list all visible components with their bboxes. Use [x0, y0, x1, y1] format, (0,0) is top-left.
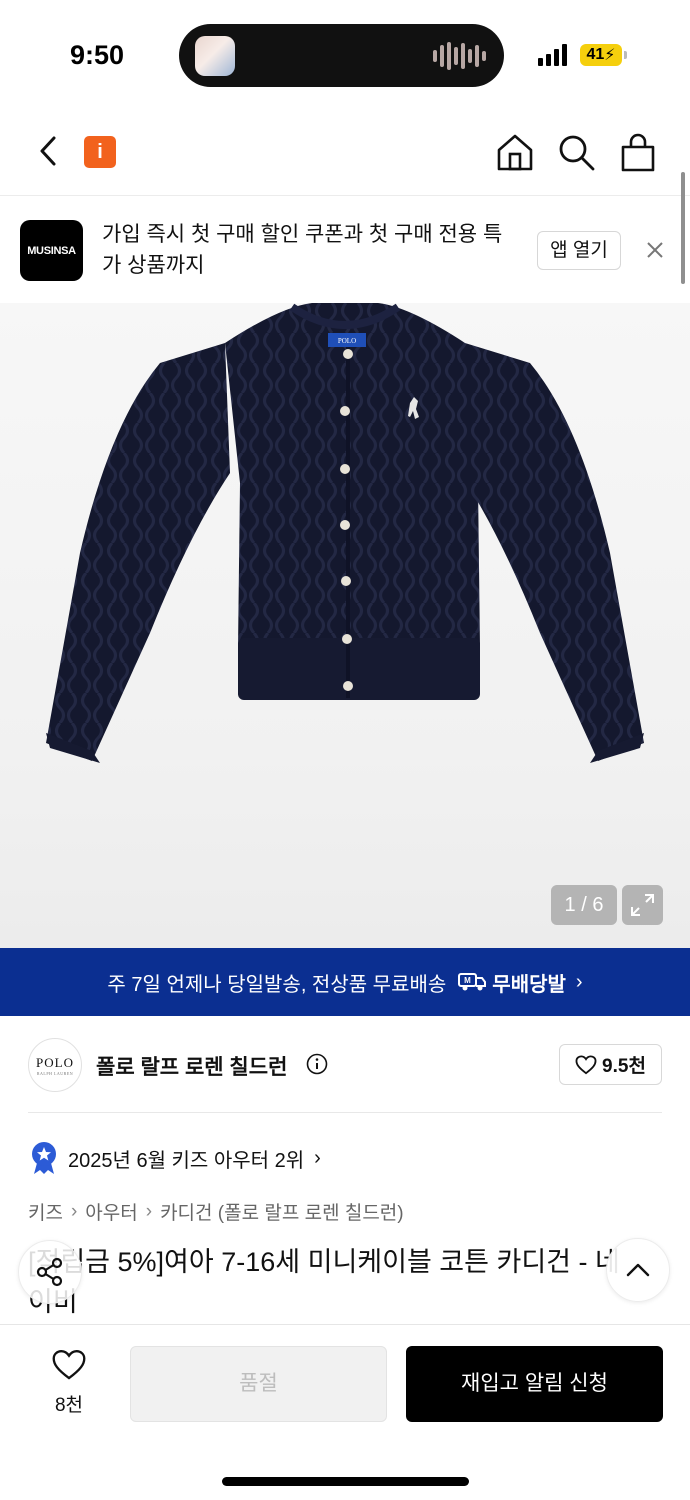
- product-title: [적립금 5%]여아 7-16세 미니케이블 코튼 카디건 - 네이비: [28, 1247, 620, 1317]
- share-button[interactable]: [18, 1240, 82, 1304]
- brand-row: POLO RALPH LAUREN 폴로 랄프 로렌 칠드런 9.5천: [0, 1016, 690, 1113]
- free-shipping-badge-label: 무배당발: [492, 973, 566, 996]
- back-arrow-icon[interactable]: [34, 134, 64, 168]
- battery-level: 41: [586, 46, 605, 63]
- shipping-promo-text: 주 7일 언제나 당일발송, 전상품 무료배송: [107, 973, 447, 996]
- audio-waveform-icon: [433, 41, 486, 71]
- app-install-banner: MUSINSA 가입 즉시 첫 구매 할인 쿠폰과 첫 구매 전용 특가 상품까…: [0, 197, 690, 303]
- product-photo-cardigan: POLO: [46, 303, 644, 763]
- ranking-text: 2025년 6월 키즈 아우터 2위: [68, 1149, 305, 1172]
- info-icon[interactable]: [306, 1053, 328, 1075]
- svg-text:M: M: [464, 976, 471, 985]
- breadcrumb-item[interactable]: 아우터: [85, 1198, 137, 1225]
- soldout-button: 품절: [130, 1346, 387, 1422]
- brand-like-count: 9.5천: [602, 1056, 646, 1077]
- breadcrumb-separator-icon: ›: [70, 1200, 78, 1222]
- scrollbar[interactable]: [681, 172, 685, 284]
- search-icon[interactable]: [556, 132, 596, 172]
- dynamic-island[interactable]: [179, 24, 504, 87]
- open-app-button[interactable]: 앱 열기: [537, 231, 621, 270]
- chevron-right-icon: ›: [314, 1146, 321, 1169]
- status-bar: 9:50 41 ⚡: [0, 0, 690, 106]
- delivery-truck-icon: M: [458, 973, 487, 991]
- cellular-signal-icon: [538, 44, 567, 66]
- charging-bolt-icon: ⚡: [604, 47, 616, 64]
- breadcrumb-separator-icon: ›: [145, 1200, 153, 1222]
- status-time: 9:50: [70, 40, 125, 70]
- app-banner-message: 가입 즉시 첫 구매 할인 쿠폰과 첫 구매 전용 특가 상품까지: [102, 223, 503, 277]
- brand-logo-text: POLO: [36, 1054, 74, 1070]
- bottom-action-bar: 8천 품절 재입고 알림 신청: [0, 1324, 690, 1500]
- wishlist-button[interactable]: 8천: [40, 1349, 98, 1417]
- heart-icon: [52, 1350, 86, 1380]
- chevron-right-icon: ›: [575, 970, 583, 993]
- close-icon[interactable]: [644, 239, 666, 261]
- ranking-star-icon: [32, 1142, 56, 1174]
- image-counter: 1 / 6: [551, 885, 617, 925]
- expand-icon[interactable]: [622, 885, 663, 925]
- home-icon[interactable]: [495, 132, 535, 172]
- share-icon: [36, 1257, 63, 1287]
- restock-alert-button[interactable]: 재입고 알림 신청: [406, 1346, 663, 1422]
- chevron-up-icon: [626, 1263, 650, 1277]
- breadcrumb-item[interactable]: 카디건 (폴로 랄프 로렌 칠드런): [160, 1198, 404, 1225]
- brand-logo-subtext: RALPH LAUREN: [36, 1070, 74, 1076]
- top-navigation: i: [0, 106, 690, 196]
- divider: [28, 1112, 662, 1113]
- brand-like-button[interactable]: 9.5천: [559, 1044, 662, 1085]
- free-shipping-badge: M 무배당발: [458, 968, 566, 997]
- now-playing-artwork: [195, 36, 235, 76]
- battery-indicator: 41 ⚡: [580, 44, 627, 66]
- breadcrumb-item[interactable]: 키즈: [28, 1198, 63, 1225]
- svg-text:POLO: POLO: [338, 337, 356, 345]
- product-image-gallery[interactable]: POLO 1 / 6: [0, 303, 690, 948]
- shipping-promo-banner[interactable]: 주 7일 언제나 당일발송, 전상품 무료배송 M 무배당발 ›: [0, 948, 690, 1016]
- brand-logo[interactable]: POLO RALPH LAUREN: [28, 1038, 82, 1092]
- ranking-badge-row[interactable]: 2025년 6월 키즈 아우터 2위 ›: [30, 1140, 321, 1176]
- wishlist-count: 8천: [54, 1395, 84, 1416]
- breadcrumb: 키즈 › 아우터 › 카디건 (폴로 랄프 로렌 칠드런): [28, 1198, 404, 1225]
- app-logo-icon[interactable]: i: [84, 136, 116, 168]
- home-indicator[interactable]: [222, 1477, 469, 1486]
- brand-name[interactable]: 폴로 랄프 로렌 칠드런: [96, 1051, 287, 1081]
- scroll-to-top-button[interactable]: [606, 1238, 670, 1302]
- musinsa-logo: MUSINSA: [20, 220, 83, 281]
- heart-icon: [575, 1054, 597, 1074]
- shopping-bag-icon[interactable]: [618, 132, 658, 172]
